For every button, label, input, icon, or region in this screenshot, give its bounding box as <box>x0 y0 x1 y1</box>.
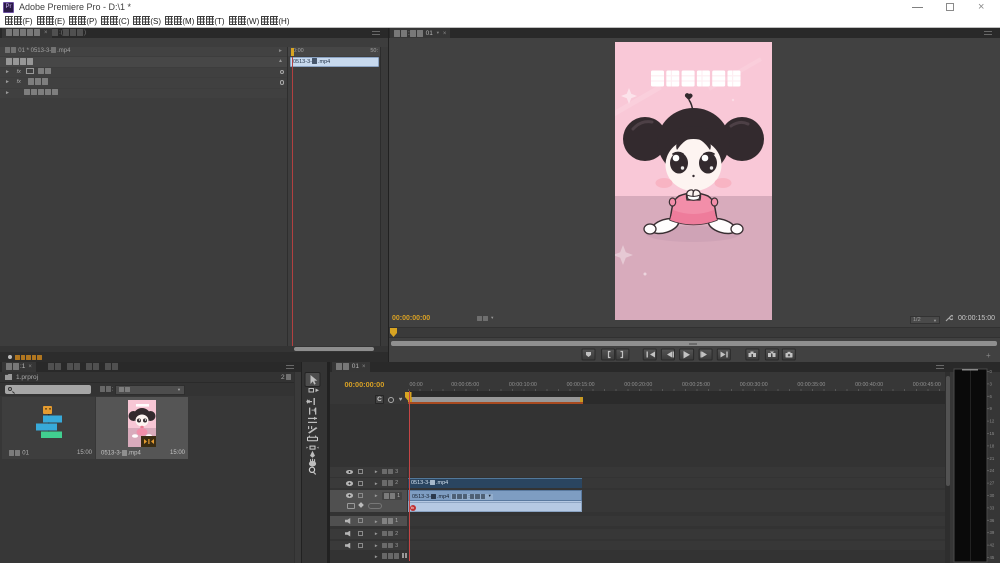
svg-text:0: 0 <box>990 369 993 374</box>
svg-text:21: 21 <box>990 456 995 461</box>
svg-text:24: 24 <box>990 468 995 473</box>
svg-text:42: 42 <box>990 543 995 548</box>
svg-text:45: 45 <box>990 555 995 560</box>
svg-text:3: 3 <box>990 381 993 386</box>
svg-text:18: 18 <box>990 443 995 448</box>
svg-text:33: 33 <box>990 505 995 510</box>
svg-text:15: 15 <box>990 431 995 436</box>
svg-text:39: 39 <box>990 530 995 535</box>
svg-text:12: 12 <box>990 419 995 424</box>
svg-text:9: 9 <box>990 406 993 411</box>
svg-text:30: 30 <box>990 493 995 498</box>
svg-text:27: 27 <box>990 481 995 486</box>
svg-text:6: 6 <box>990 394 993 399</box>
svg-text:36: 36 <box>990 518 995 523</box>
